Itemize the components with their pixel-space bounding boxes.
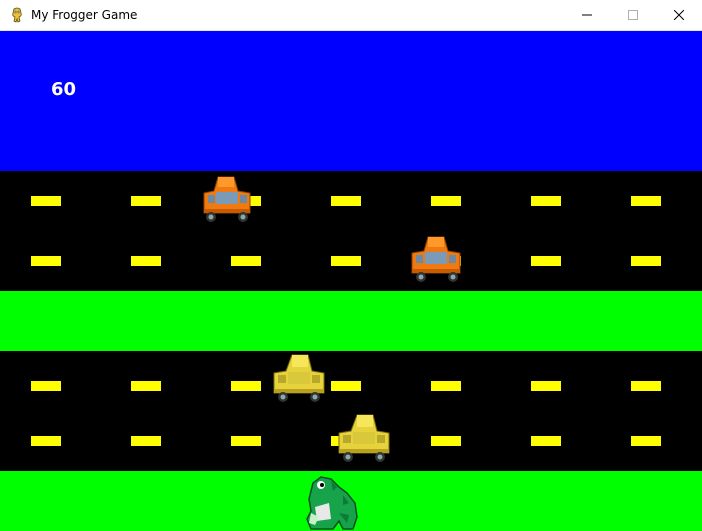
close-icon: [674, 10, 684, 20]
lane-marking: [31, 196, 61, 206]
lane-marking: [231, 256, 261, 266]
lane-marking: [331, 196, 361, 206]
lane-marking: [131, 436, 161, 446]
minimize-button[interactable]: [564, 0, 610, 30]
lane-marking: [531, 256, 561, 266]
frog-player-sprite: [306, 476, 358, 530]
lane-marking: [531, 381, 561, 391]
lane-marking: [631, 381, 661, 391]
yellow-car-sprite: [273, 354, 325, 402]
lane-marking: [431, 196, 461, 206]
lane-marking: [231, 436, 261, 446]
lane-marking: [31, 256, 61, 266]
lane-marking: [631, 256, 661, 266]
game-window: My Frogger Game 60: [0, 0, 702, 531]
maximize-button[interactable]: [610, 0, 656, 30]
water-zone: [0, 31, 702, 171]
lane-marking: [531, 436, 561, 446]
lane-marking: [31, 436, 61, 446]
yellow-car-sprite: [338, 414, 390, 462]
lane-marking: [531, 196, 561, 206]
lane-marking: [431, 381, 461, 391]
lane-marking: [31, 381, 61, 391]
grass-median: [0, 291, 702, 351]
minimize-icon: [582, 14, 592, 16]
game-canvas[interactable]: 60: [0, 31, 702, 531]
score-display: 60: [51, 79, 77, 100]
lane-marking: [131, 256, 161, 266]
lane-marking: [331, 256, 361, 266]
pygame-snake-icon: [12, 7, 22, 23]
maximize-icon: [628, 10, 638, 20]
window-title: My Frogger Game: [31, 8, 138, 22]
lane-marking: [631, 436, 661, 446]
lane-marking: [231, 381, 261, 391]
lane-marking: [131, 381, 161, 391]
orange-car-sprite: [203, 176, 251, 222]
title-bar[interactable]: My Frogger Game: [0, 0, 702, 31]
lane-marking: [131, 196, 161, 206]
close-button[interactable]: [656, 0, 702, 30]
road-upper: [0, 171, 702, 291]
lane-marking: [431, 436, 461, 446]
lane-marking: [631, 196, 661, 206]
orange-car-sprite: [411, 236, 461, 282]
lane-marking: [331, 381, 361, 391]
